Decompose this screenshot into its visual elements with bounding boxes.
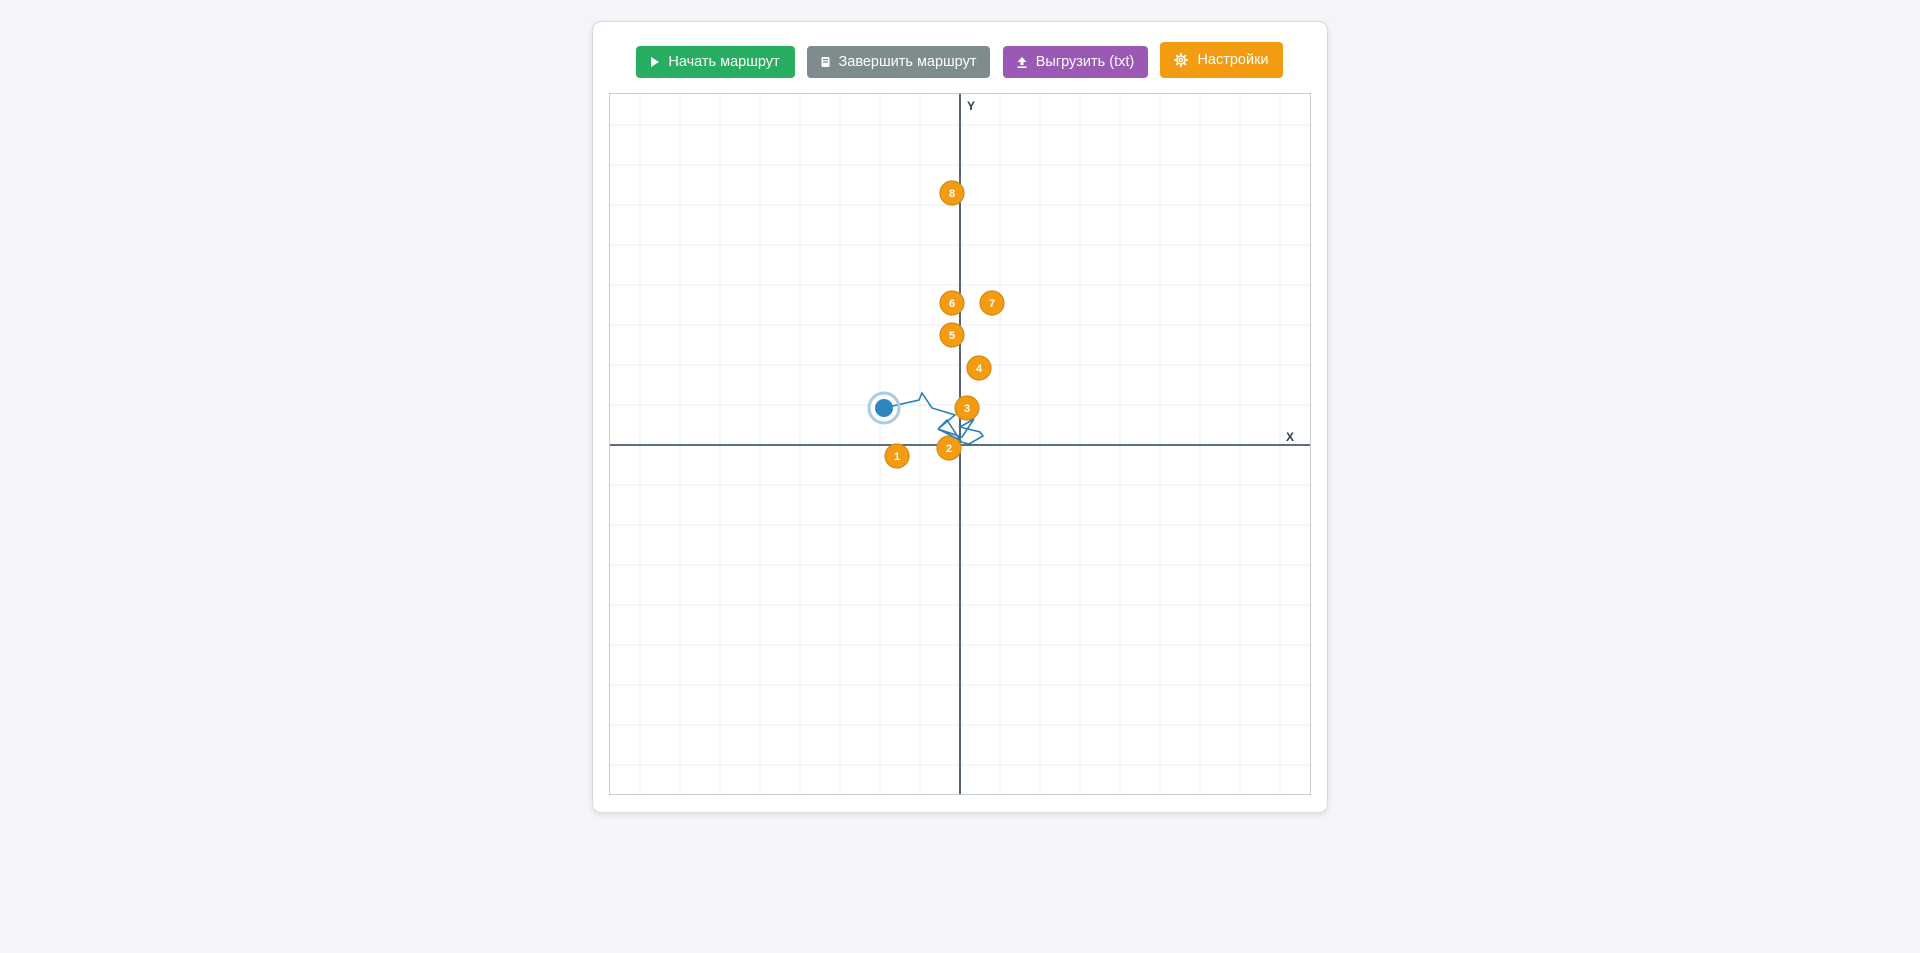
waypoint-4[interactable]: 4: [966, 355, 992, 381]
waypoint-7[interactable]: 7: [979, 290, 1005, 316]
waypoint-label: 1: [894, 451, 900, 463]
waypoint-5[interactable]: 5: [939, 322, 965, 348]
upload-icon: [1017, 56, 1027, 68]
waypoint-3[interactable]: 3: [954, 395, 980, 421]
settings-label: Настройки: [1197, 52, 1269, 68]
stop-icon: [821, 57, 830, 67]
gear-icon: [1174, 53, 1189, 67]
waypoint-2[interactable]: 2: [936, 435, 962, 461]
waypoint-label: 7: [989, 298, 995, 310]
x-axis-label: X: [1286, 430, 1294, 444]
current-position-marker: [867, 391, 901, 425]
finish-route-button[interactable]: Завершить маршрут: [807, 46, 990, 78]
export-txt-label: Выгрузить (txt): [1035, 54, 1135, 70]
waypoint-label: 8: [949, 188, 955, 200]
coordinate-plane[interactable]: X Y 1 2 3 4 5 6 7 8: [609, 93, 1311, 795]
play-icon: [651, 57, 660, 67]
export-txt-button[interactable]: Выгрузить (txt): [1003, 46, 1148, 78]
y-axis-label: Y: [967, 99, 975, 113]
waypoint-6[interactable]: 6: [939, 290, 965, 316]
waypoint-label: 5: [949, 330, 955, 342]
start-route-button[interactable]: Начать маршрут: [636, 46, 795, 78]
waypoint-label: 6: [949, 298, 955, 310]
waypoint-label: 3: [964, 403, 970, 415]
waypoint-label: 2: [946, 443, 952, 455]
waypoint-1[interactable]: 1: [884, 443, 910, 469]
settings-button[interactable]: Настройки: [1160, 42, 1283, 78]
waypoint-8[interactable]: 8: [939, 180, 965, 206]
finish-route-label: Завершить маршрут: [838, 54, 977, 70]
position-dot: [875, 399, 893, 417]
map-canvas[interactable]: X Y 1 2 3 4 5 6 7 8: [610, 94, 1310, 794]
waypoint-label: 4: [976, 363, 983, 375]
start-route-label: Начать маршрут: [668, 54, 780, 70]
